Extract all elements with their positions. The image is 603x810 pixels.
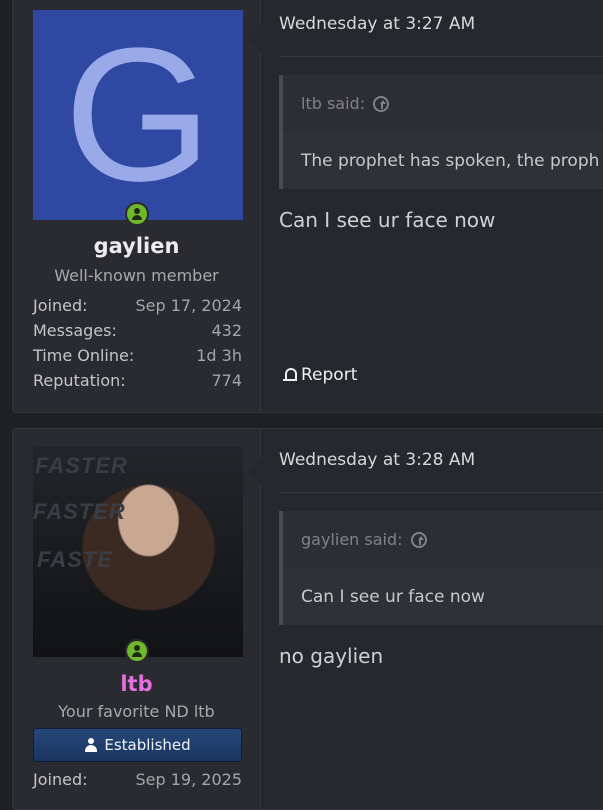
quote-header[interactable]: gaylien said:: [283, 511, 603, 568]
badge-label: Established: [104, 736, 191, 754]
online-status-icon: [125, 202, 149, 226]
stat-value: 432: [211, 321, 242, 340]
stat-messages: Messages: 432: [33, 318, 242, 343]
user-stats: Joined: Sep 19, 2025: [33, 767, 242, 792]
message-text: no gaylien: [279, 644, 384, 668]
divider: [279, 492, 603, 493]
message-body: Wednesday at 3:27 AM ltb said: The proph…: [261, 0, 603, 412]
post-date[interactable]: Wednesday at 3:28 AM: [279, 450, 475, 470]
quote-text: The prophet has spoken, the proph: [283, 132, 603, 189]
stat-label: Messages:: [33, 321, 117, 340]
post-date[interactable]: Wednesday at 3:27 AM: [279, 14, 475, 34]
user-avatar[interactable]: G: [33, 10, 243, 220]
bell-icon: [283, 367, 297, 383]
user-info-panel: FASTER FASTER FASTE ltb Your favorite ND…: [13, 429, 261, 809]
username[interactable]: gaylien: [13, 234, 260, 258]
report-label: Report: [301, 365, 358, 385]
avatar-background-text: FASTER: [35, 453, 128, 478]
username[interactable]: ltb: [13, 672, 260, 696]
user-title: Your favorite ND ltb: [58, 702, 215, 721]
user-info-panel: G gaylien Well-known member Joined: Sep …: [13, 0, 261, 412]
online-status-icon: [125, 639, 149, 663]
quote-author: ltb said:: [301, 94, 366, 113]
avatar-background-text: FASTE: [37, 547, 113, 572]
avatar-letter: G: [64, 9, 212, 221]
user-badge: Established: [33, 728, 242, 762]
user-title: Well-known member: [54, 266, 219, 285]
user-stats: Joined: Sep 17, 2024 Messages: 432 Time …: [33, 293, 242, 393]
stat-value: 774: [211, 371, 242, 390]
user-icon: [84, 738, 98, 752]
quote-author: gaylien said:: [301, 530, 403, 549]
avatar-background-text: FASTER: [33, 499, 126, 524]
quote-block: gaylien said: Can I see ur face now: [279, 511, 603, 625]
stat-label: Time Online:: [33, 346, 135, 365]
speech-arrow: [247, 457, 261, 485]
stat-label: Joined:: [33, 770, 88, 789]
stat-value: Sep 17, 2024: [135, 296, 243, 315]
stat-label: Reputation:: [33, 371, 126, 390]
quote-block: ltb said: The prophet has spoken, the pr…: [279, 75, 603, 189]
quote-text: Can I see ur face now: [283, 568, 603, 625]
report-button[interactable]: Report: [283, 365, 357, 385]
speech-arrow: [247, 23, 261, 51]
divider: [279, 56, 603, 57]
stat-reputation: Reputation: 774: [33, 368, 242, 393]
stat-time-online: Time Online: 1d 3h: [33, 343, 242, 368]
post-ltb: FASTER FASTER FASTE ltb Your favorite ND…: [12, 428, 603, 810]
arrow-up-circle-icon[interactable]: [410, 531, 427, 548]
message-text: Can I see ur face now: [279, 208, 496, 232]
stat-value: 1d 3h: [196, 346, 242, 365]
stat-joined: Joined: Sep 19, 2025: [33, 767, 242, 792]
post-gaylien: G gaylien Well-known member Joined: Sep …: [12, 0, 603, 413]
message-body: Wednesday at 3:28 AM gaylien said: Can I…: [261, 429, 603, 809]
arrow-up-circle-icon[interactable]: [373, 95, 390, 112]
user-avatar[interactable]: FASTER FASTER FASTE: [33, 447, 243, 657]
stat-value: Sep 19, 2025: [135, 770, 243, 789]
stat-label: Joined:: [33, 296, 88, 315]
stat-joined: Joined: Sep 17, 2024: [33, 293, 242, 318]
quote-header[interactable]: ltb said:: [283, 75, 603, 132]
